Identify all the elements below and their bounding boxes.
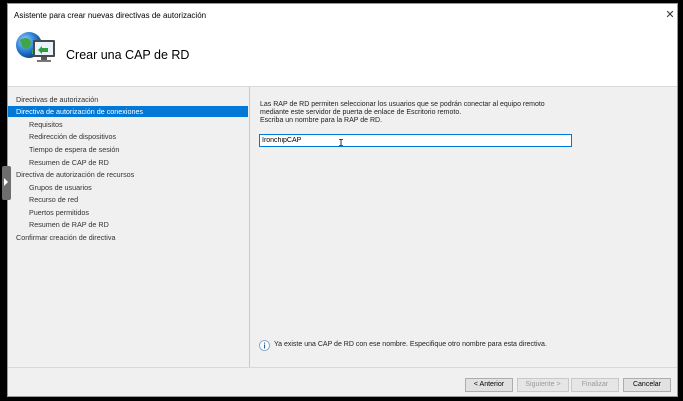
description-line-3: Escriba un nombre para la RAP de RD. [260,117,383,125]
remote-desktop-globe-icon [16,32,55,62]
step-content: Las RAP de RD permiten seleccionar los u… [250,87,677,367]
nav-item-requisitos[interactable]: Requisitos [8,119,63,130]
step-description: Las RAP de RD permiten seleccionar los u… [260,101,600,126]
title-bar: Asistente para crear nuevas directivas d… [8,4,677,24]
wizard-window: Asistente para crear nuevas directivas d… [7,3,678,397]
chevron-right-icon [4,178,8,186]
description-line-1: Las RAP de RD permiten seleccionar los u… [260,101,545,108]
info-message: Ya existe una CAP de RD con ese nombre. … [274,341,547,348]
nav-item-puertos-permitidos[interactable]: Puertos permitidos [8,207,89,218]
nav-item-resumen-rap[interactable]: Resumen de RAP de RD [8,219,109,230]
description-line-2: mediante este servidor de puerta de enla… [260,109,462,117]
nav-item-redireccion-dispositivos[interactable]: Redirección de dispositivos [8,131,116,142]
next-button[interactable]: Siguiente > [517,378,569,392]
policy-name-input[interactable] [259,134,572,147]
wizard-footer: < Anterior Siguiente > Finalizar Cancela… [8,367,677,396]
nav-item-grupos-usuarios[interactable]: Grupos de usuarios [8,182,92,193]
close-icon[interactable]: ✕ [663,8,677,22]
nav-item-directiva-recursos[interactable]: Directiva de autorización de recursos [8,169,134,180]
nav-item-tiempo-espera-sesion[interactable]: Tiempo de espera de sesión [8,144,119,155]
nav-item-directiva-conexiones[interactable]: Directiva de autorización de conexiones [8,106,248,117]
finish-button[interactable]: Finalizar [571,378,619,392]
side-expand-tab[interactable] [2,166,11,200]
wizard-header: Crear una CAP de RD [8,24,677,86]
text-cursor-icon: I [338,138,345,149]
page-title: Crear una CAP de RD [66,48,190,62]
nav-item-confirmar-creacion[interactable]: Confirmar creación de directiva [8,232,115,243]
window-title: Asistente para crear nuevas directivas d… [14,11,207,20]
wizard-steps-nav: Directivas de autorización Directiva de … [8,87,249,367]
nav-item-resumen-cap[interactable]: Resumen de CAP de RD [8,157,109,168]
nav-item-recurso-red[interactable]: Recurso de red [8,194,78,205]
nav-item-directivas-autorizacion[interactable]: Directivas de autorización [8,94,98,105]
info-icon [259,340,270,351]
cancel-button[interactable]: Cancelar [623,378,671,392]
back-button[interactable]: < Anterior [465,378,513,392]
wizard-body: Directivas de autorización Directiva de … [8,86,677,367]
